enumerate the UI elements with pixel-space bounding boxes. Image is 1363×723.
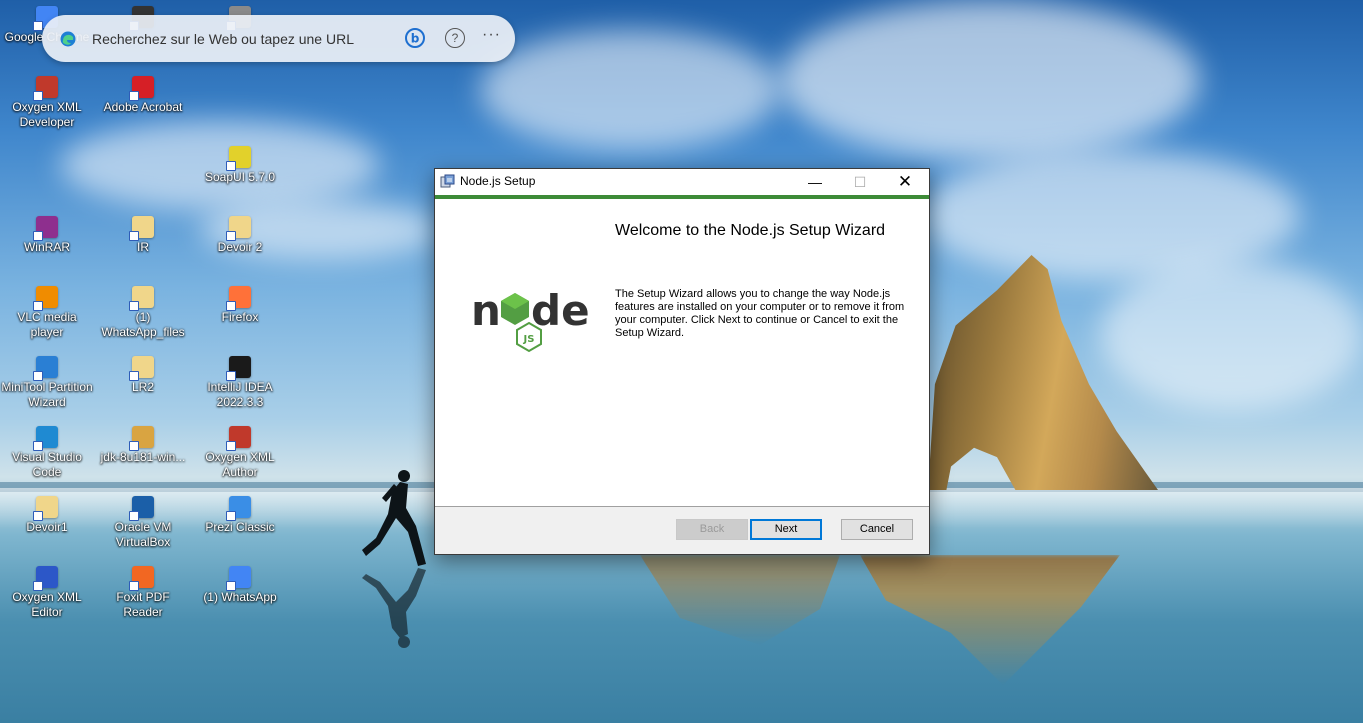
runner-reflection (362, 568, 426, 648)
prezi-icon (226, 496, 251, 521)
desktop-shortcut[interactable]: Visual Studio Code (0, 426, 94, 480)
folder-icon (129, 286, 154, 311)
edge-icon (60, 31, 76, 47)
desktop-shortcut-label: (1) WhatsApp_files (101, 310, 185, 339)
bing-icon[interactable]: b (405, 28, 425, 48)
winrar-icon (33, 216, 58, 241)
desktop-shortcut-label: jdk-8u181-win... (100, 450, 186, 464)
desktop-shortcut-label: VLC media player (17, 310, 77, 339)
desktop-shortcut-label: Devoir 2 (217, 240, 263, 254)
folder-icon (129, 216, 154, 241)
desktop-shortcut-label: WinRAR (23, 240, 70, 254)
logo-wordmark-left: n (471, 286, 501, 335)
accent-bar (435, 195, 929, 199)
desktop-shortcut[interactable]: Oxygen XML Developer (0, 76, 94, 130)
desktop-shortcut-label: IntelliJ IDEA 2022.3.3 (207, 380, 273, 409)
minimize-button[interactable]: — (792, 169, 838, 195)
desktop-shortcut[interactable]: Devoir 2 (193, 216, 287, 255)
wizard-heading: Welcome to the Node.js Setup Wizard (615, 222, 886, 239)
desktop-shortcut-label: Adobe Acrobat (103, 100, 183, 114)
folder-icon (226, 216, 251, 241)
wizard-description: The Setup Wizard allows you to change th… (615, 288, 905, 339)
cloud (780, 0, 1200, 160)
back-button[interactable]: Back (676, 519, 748, 540)
search-bar[interactable]: Recherchez sur le Web ou tapez une URL b… (42, 15, 515, 62)
rock-reflection (860, 555, 1120, 685)
cloud (1100, 260, 1363, 410)
folder-icon (33, 496, 58, 521)
desktop-shortcut[interactable]: IntelliJ IDEA 2022.3.3 (193, 356, 287, 410)
search-input[interactable]: Recherchez sur le Web ou tapez une URL (92, 31, 354, 47)
desktop-shortcut-label: MiniTool Partition Wizard (1, 380, 93, 409)
desktop-shortcut[interactable]: Devoir1 (0, 496, 94, 535)
desktop-shortcut[interactable]: WinRAR (0, 216, 94, 255)
desktop-shortcut-label: (1) WhatsApp (203, 590, 277, 604)
desktop-shortcut-label: Oxygen XML Author (205, 450, 275, 479)
desktop-shortcut-label: IR (137, 240, 149, 254)
logo-js-text: JS (523, 334, 535, 345)
soapui-icon (226, 146, 251, 171)
desktop-shortcut[interactable]: Firefox (193, 286, 287, 325)
foxit-icon (129, 566, 154, 591)
java-installer-icon (129, 426, 154, 451)
intellij-icon (226, 356, 251, 381)
window-title: Node.js Setup (460, 174, 536, 188)
maximize-button[interactable]: ☐ (837, 169, 883, 195)
desktop-shortcut[interactable]: MiniTool Partition Wizard (0, 356, 94, 410)
nodejs-logo: n de JS (471, 286, 590, 353)
chrome-icon (226, 566, 251, 591)
next-button[interactable]: Next (750, 519, 822, 540)
button-bar: Back Next Cancel (435, 507, 929, 554)
desktop-shortcut-label: Oracle VM VirtualBox (114, 520, 172, 549)
acrobat-icon (129, 76, 154, 101)
title-bar[interactable]: Node.js Setup — ☐ ✕ (435, 169, 929, 195)
more-options-icon[interactable]: ··· (482, 26, 501, 44)
desktop-shortcut[interactable]: Prezi Classic (193, 496, 287, 535)
installer-icon (440, 174, 455, 188)
desktop-shortcut-label: Firefox (221, 310, 259, 324)
svg-text:b: b (411, 32, 420, 46)
desktop-shortcut[interactable]: (1) WhatsApp (193, 566, 287, 605)
desktop-shortcut-label: Oxygen XML Editor (12, 590, 82, 619)
desktop-shortcut-label: SoapUI 5.7.0 (204, 170, 276, 184)
desktop-shortcut[interactable]: IR (96, 216, 190, 255)
cloud (480, 30, 780, 150)
desktop-shortcut[interactable]: Oracle VM VirtualBox (96, 496, 190, 550)
firefox-icon (226, 286, 251, 311)
cancel-button[interactable]: Cancel (841, 519, 913, 540)
vlc-icon (33, 286, 58, 311)
desktop-shortcut-label: Oxygen XML Developer (12, 100, 82, 129)
minitool-icon (33, 356, 58, 381)
desktop-shortcut[interactable]: VLC media player (0, 286, 94, 340)
help-icon[interactable]: ? (445, 28, 465, 48)
virtualbox-icon (129, 496, 154, 521)
desktop-shortcut[interactable]: (1) WhatsApp_files (96, 286, 190, 340)
vscode-icon (33, 426, 58, 451)
oxygen-icon (33, 566, 58, 591)
desktop-shortcut[interactable]: Oxygen XML Editor (0, 566, 94, 620)
desktop-shortcut-label: Foxit PDF Reader (116, 590, 170, 619)
desktop-shortcut[interactable]: LR2 (96, 356, 190, 395)
desktop-shortcut-label: Devoir1 (26, 520, 68, 534)
desktop-shortcut[interactable]: Oxygen XML Author (193, 426, 287, 480)
desktop-shortcut-label: LR2 (131, 380, 154, 394)
desktop-shortcut[interactable]: jdk-8u181-win... (96, 426, 190, 465)
desktop-shortcut-label: Visual Studio Code (12, 450, 82, 479)
nodejs-setup-window: Node.js Setup — ☐ ✕ n de JS Welcome to t… (434, 168, 930, 555)
desktop-shortcut-label: Prezi Classic (205, 520, 275, 534)
runner-silhouette (362, 470, 426, 566)
folder-icon (129, 356, 154, 381)
desktop-shortcut[interactable]: SoapUI 5.7.0 (193, 146, 287, 185)
desktop-shortcut[interactable]: Adobe Acrobat (96, 76, 190, 115)
rock-reflection (640, 555, 840, 645)
logo-wordmark-right: de (531, 286, 590, 335)
close-button[interactable]: ✕ (882, 169, 928, 195)
oxygen-icon (226, 426, 251, 451)
oxygen-icon (33, 76, 58, 101)
desktop-shortcut[interactable]: Foxit PDF Reader (96, 566, 190, 620)
